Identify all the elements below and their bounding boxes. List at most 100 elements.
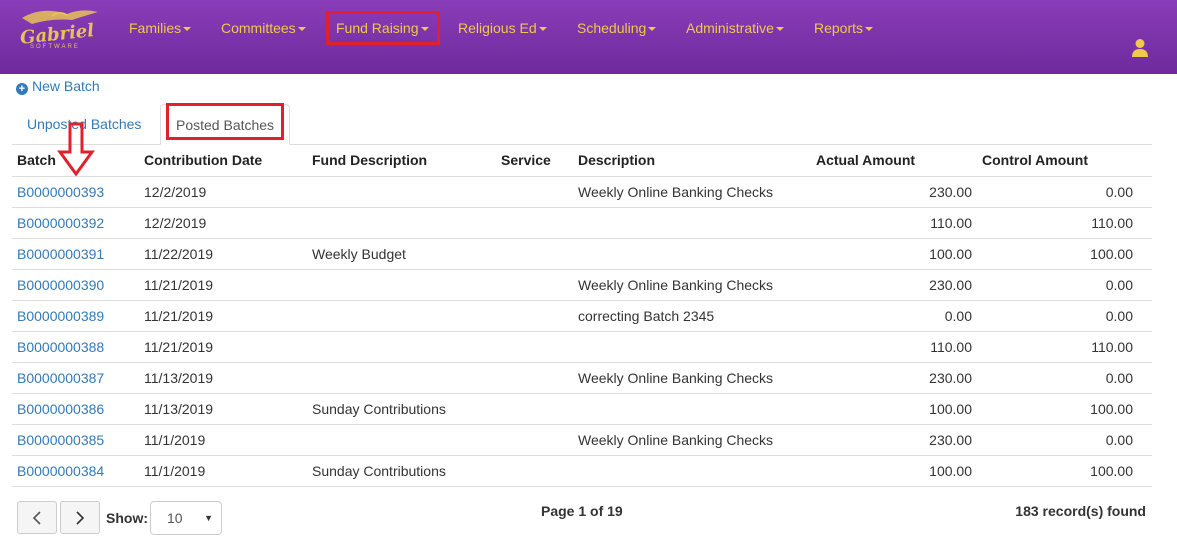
- nav-committees[interactable]: Committees: [221, 20, 306, 36]
- nav-label: Families: [129, 20, 182, 36]
- batch-link[interactable]: B0000000392: [17, 215, 104, 231]
- fund-cell: [307, 362, 496, 394]
- actual-amount-cell: 100.00: [811, 393, 977, 425]
- service-cell: [496, 331, 573, 363]
- col-header-control-amount[interactable]: Control Amount: [977, 145, 1152, 177]
- batch-cell[interactable]: B0000000393: [12, 176, 139, 208]
- col-header-actual-amount[interactable]: Actual Amount: [811, 145, 977, 177]
- batch-link[interactable]: B0000000389: [17, 308, 104, 324]
- batch-cell[interactable]: B0000000387: [12, 362, 139, 394]
- nav-label: Reports: [814, 20, 864, 36]
- table-row: B0000000384 11/1/2019 Sunday Contributio…: [12, 455, 1152, 487]
- actual-amount-cell: 230.00: [811, 362, 977, 394]
- control-amount-cell: 0.00: [977, 176, 1152, 208]
- service-cell: [496, 424, 573, 456]
- batch-cell[interactable]: B0000000391: [12, 238, 139, 270]
- table-row: B0000000391 11/22/2019 Weekly Budget 100…: [12, 238, 1152, 270]
- actual-amount-cell: 0.00: [811, 300, 977, 332]
- caret-down-icon: [183, 27, 192, 32]
- page-size-value: 10: [167, 510, 183, 526]
- user-icon[interactable]: [1131, 38, 1149, 58]
- table-row: B0000000386 11/13/2019 Sunday Contributi…: [12, 393, 1152, 425]
- batch-link[interactable]: B0000000393: [17, 184, 104, 200]
- batches-table: Batch Contribution Date Fund Description…: [12, 145, 1152, 487]
- fund-cell: [307, 207, 496, 239]
- nav-families[interactable]: Families: [129, 20, 192, 36]
- batch-link[interactable]: B0000000391: [17, 246, 104, 262]
- fund-cell: [307, 176, 496, 208]
- col-header-fund-description[interactable]: Fund Description: [307, 145, 496, 177]
- nav-religious-ed[interactable]: Religious Ed: [458, 20, 547, 36]
- control-amount-cell: 110.00: [977, 207, 1152, 239]
- actual-amount-cell: 230.00: [811, 269, 977, 301]
- posted-tab-highlight: [166, 103, 284, 140]
- control-amount-cell: 100.00: [977, 238, 1152, 270]
- batch-cell[interactable]: B0000000384: [12, 455, 139, 487]
- col-header-service[interactable]: Service: [496, 145, 573, 177]
- description-cell: [573, 393, 811, 425]
- service-cell: [496, 176, 573, 208]
- nav-label: Administrative: [686, 20, 774, 36]
- batch-link[interactable]: B0000000388: [17, 339, 104, 355]
- batch-link[interactable]: B0000000387: [17, 370, 104, 386]
- actual-amount-cell: 110.00: [811, 331, 977, 363]
- plus-circle-icon: +: [16, 83, 28, 95]
- service-cell: [496, 393, 573, 425]
- description-cell: Weekly Online Banking Checks: [573, 269, 811, 301]
- date-cell: 11/22/2019: [139, 238, 307, 270]
- batch-cell[interactable]: B0000000390: [12, 269, 139, 301]
- description-cell: Weekly Online Banking Checks: [573, 176, 811, 208]
- batch-link[interactable]: B0000000386: [17, 401, 104, 417]
- batch-link[interactable]: B0000000385: [17, 432, 104, 448]
- top-navbar: Gabriel SOFTWARE Families Committees Fun…: [0, 0, 1177, 74]
- nav-reports[interactable]: Reports: [814, 20, 874, 36]
- nav-scheduling[interactable]: Scheduling: [577, 20, 657, 36]
- service-cell: [496, 455, 573, 487]
- show-label: Show:: [106, 510, 148, 526]
- date-cell: 11/1/2019: [139, 424, 307, 456]
- table-row: B0000000392 12/2/2019 110.00 110.00: [12, 207, 1152, 239]
- fund-cell: [307, 424, 496, 456]
- service-cell: [496, 300, 573, 332]
- fund-raising-highlight: [326, 11, 440, 45]
- down-arrow-annotation-icon: [57, 122, 95, 177]
- col-header-contribution-date[interactable]: Contribution Date: [139, 145, 307, 177]
- service-cell: [496, 238, 573, 270]
- table-row: B0000000387 11/13/2019 Weekly Online Ban…: [12, 362, 1152, 394]
- control-amount-cell: 0.00: [977, 269, 1152, 301]
- chevron-left-icon: [32, 511, 41, 525]
- batch-cell[interactable]: B0000000386: [12, 393, 139, 425]
- next-page-button[interactable]: [60, 501, 100, 534]
- date-cell: 12/2/2019: [139, 207, 307, 239]
- batch-link[interactable]: B0000000390: [17, 277, 104, 293]
- caret-down-icon: [538, 27, 547, 32]
- fund-cell: Weekly Budget: [307, 238, 496, 270]
- date-cell: 11/13/2019: [139, 393, 307, 425]
- nav-label: Committees: [221, 20, 296, 36]
- fund-cell: [307, 300, 496, 332]
- batch-cell[interactable]: B0000000388: [12, 331, 139, 363]
- gabriel-logo[interactable]: Gabriel SOFTWARE: [12, 4, 102, 52]
- date-cell: 11/13/2019: [139, 362, 307, 394]
- table-row: B0000000393 12/2/2019 Weekly Online Bank…: [12, 176, 1152, 208]
- batch-cell[interactable]: B0000000389: [12, 300, 139, 332]
- col-header-description[interactable]: Description: [573, 145, 811, 177]
- fund-cell: Sunday Contributions: [307, 455, 496, 487]
- caret-down-icon: [865, 27, 874, 32]
- page-size-select[interactable]: 10 ▼: [150, 501, 222, 535]
- caret-down-icon: [775, 27, 784, 32]
- fund-cell: Sunday Contributions: [307, 393, 496, 425]
- caret-down-icon: [297, 27, 306, 32]
- table-header-row: Batch Contribution Date Fund Description…: [12, 145, 1152, 177]
- batch-cell[interactable]: B0000000392: [12, 207, 139, 239]
- nav-administrative[interactable]: Administrative: [686, 20, 784, 36]
- table-row: B0000000385 11/1/2019 Weekly Online Bank…: [12, 424, 1152, 456]
- batch-link[interactable]: B0000000384: [17, 463, 104, 479]
- previous-page-button[interactable]: [17, 501, 57, 534]
- page-info: Page 1 of 19: [541, 503, 623, 519]
- date-cell: 11/21/2019: [139, 300, 307, 332]
- batch-cell[interactable]: B0000000385: [12, 424, 139, 456]
- date-cell: 12/2/2019: [139, 176, 307, 208]
- actual-amount-cell: 230.00: [811, 176, 977, 208]
- new-batch-link[interactable]: + New Batch: [16, 78, 100, 95]
